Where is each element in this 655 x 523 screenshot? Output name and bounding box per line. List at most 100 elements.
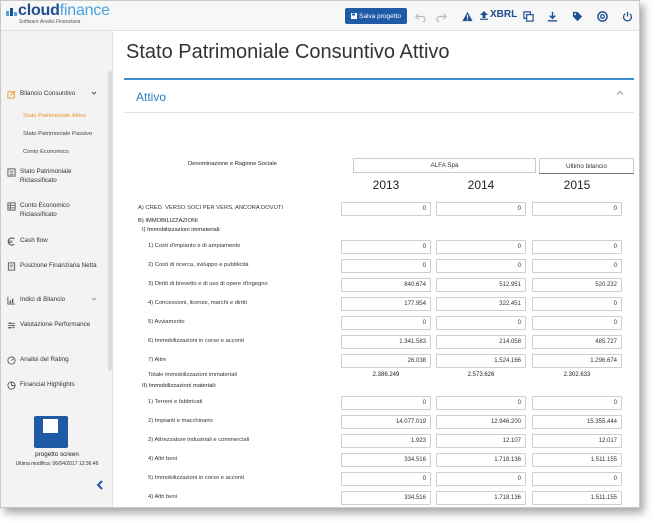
value-input[interactable]: 0 bbox=[436, 259, 526, 273]
value-input[interactable]: 0 bbox=[341, 396, 431, 410]
value-input[interactable]: 0 bbox=[436, 240, 526, 254]
value-input[interactable]: 0 bbox=[532, 297, 622, 311]
value-input[interactable]: 322.451 bbox=[436, 297, 526, 311]
rating-icon bbox=[7, 356, 16, 365]
year-header: 2013 bbox=[372, 178, 400, 192]
row-label: 4) Altri beni bbox=[148, 456, 177, 462]
value-input[interactable]: 214.058 bbox=[436, 335, 526, 349]
value-input[interactable]: 177.954 bbox=[341, 297, 431, 311]
value-input[interactable]: 0 bbox=[436, 202, 526, 216]
value-input[interactable]: 1.511.155 bbox=[532, 491, 622, 505]
value-input[interactable]: 485.727 bbox=[532, 335, 622, 349]
redo-button[interactable] bbox=[434, 9, 448, 23]
project-thumbnail[interactable] bbox=[34, 416, 68, 448]
row-label: 3) Attrezzature industriali e commercial… bbox=[148, 437, 250, 443]
value-input[interactable]: 512.951 bbox=[436, 278, 526, 292]
help-button[interactable] bbox=[595, 9, 609, 23]
value-input[interactable]: 334.516 bbox=[341, 491, 431, 505]
sidebar-item-label: Posizione Finanziaria Netta bbox=[20, 262, 97, 269]
sidebar-item-cash-flow[interactable]: Cash flow bbox=[7, 237, 107, 246]
value-input[interactable]: 15.355.444 bbox=[532, 415, 622, 429]
row-label: 7) Altre bbox=[148, 357, 167, 363]
value-input[interactable]: 12.107 bbox=[436, 434, 526, 448]
power-button[interactable] bbox=[620, 9, 634, 23]
value-input[interactable]: 0 bbox=[436, 316, 526, 330]
edit-icon bbox=[7, 90, 16, 99]
document-icon bbox=[7, 262, 16, 271]
value-input[interactable]: 0 bbox=[532, 316, 622, 330]
warning-button[interactable] bbox=[460, 9, 474, 23]
value-input[interactable]: 12.946.200 bbox=[436, 415, 526, 429]
value-input[interactable]: 1.923 bbox=[341, 434, 431, 448]
value-input[interactable]: 1.524.166 bbox=[436, 354, 526, 368]
value-input[interactable]: 1.718.136 bbox=[436, 491, 526, 505]
value-input[interactable]: 14.077.019 bbox=[341, 415, 431, 429]
main-content: Stato Patrimoniale Consuntivo Attivo Att… bbox=[114, 31, 634, 507]
collapse-sidebar-icon[interactable] bbox=[95, 480, 105, 490]
sidebar-item-sp-riclassificato[interactable]: Stato Patrimoniale Riclassificato bbox=[7, 168, 107, 185]
xbrl-upload-button[interactable]: XBRL bbox=[479, 9, 517, 20]
logo-main: cloud bbox=[18, 2, 60, 19]
xbrl-label: XBRL bbox=[490, 9, 518, 20]
balance-grid: Denominazione e Ragione Sociale ALFA Spa… bbox=[124, 78, 634, 507]
value-input[interactable]: 0 bbox=[341, 259, 431, 273]
sidebar-subitem-sp-passivo[interactable]: Stato Patrimoniale Passivo bbox=[23, 131, 92, 137]
download-button[interactable] bbox=[545, 9, 559, 23]
value-input[interactable]: 0 bbox=[532, 202, 622, 216]
copy-button[interactable] bbox=[521, 9, 535, 23]
logo-cloud-icon bbox=[6, 8, 17, 16]
sidebar-item-highlights[interactable]: Financial Highlights bbox=[7, 381, 107, 390]
value-input[interactable]: 520.232 bbox=[532, 278, 622, 292]
value-input[interactable]: 0 bbox=[341, 472, 431, 486]
sidebar-item-label: Financial Highlights bbox=[20, 381, 75, 388]
value-input[interactable]: 26.038 bbox=[341, 354, 431, 368]
floppy-icon bbox=[351, 13, 358, 19]
row-label: 5) Immobilizzazioni in corso e acconti bbox=[148, 475, 245, 481]
value-input[interactable]: 0 bbox=[532, 259, 622, 273]
value-input[interactable]: 0 bbox=[436, 396, 526, 410]
last-balance-tab[interactable]: Ultimo bilancio bbox=[539, 158, 634, 173]
value-input[interactable]: 0 bbox=[532, 472, 622, 486]
warning-icon bbox=[461, 11, 473, 21]
sidebar-item-valutazione[interactable]: Valutazione Performance bbox=[7, 321, 107, 330]
total-value: 2.302.633 bbox=[563, 372, 591, 378]
sidebar-item-label: Cash flow bbox=[20, 237, 48, 244]
logo-subtitle: Software Analisi Finanziaria bbox=[19, 19, 81, 25]
value-input[interactable]: 0 bbox=[341, 202, 431, 216]
value-input[interactable]: 1.341.583 bbox=[341, 335, 431, 349]
sidebar-subitem-sp-attivo[interactable]: Stato Patrimoniale Attivo bbox=[23, 113, 86, 119]
value-input[interactable]: 0 bbox=[532, 396, 622, 410]
value-input[interactable]: 12.017 bbox=[532, 434, 622, 448]
company-header-label: Denominazione e Ragione Sociale bbox=[188, 161, 277, 167]
sidebar-item-bilancio-consuntivo[interactable]: Bilancio Consuntivo bbox=[7, 90, 107, 99]
sidebar-item-rating[interactable]: Analisi del Rating bbox=[7, 356, 107, 365]
value-input[interactable]: 840.674 bbox=[341, 278, 431, 292]
logo-accent: finance bbox=[59, 2, 110, 19]
section-heading: II) Immobilizzazioni materiali: bbox=[142, 383, 217, 389]
value-input[interactable]: 0 bbox=[341, 316, 431, 330]
value-input[interactable]: 1.296.674 bbox=[532, 354, 622, 368]
value-input[interactable]: 1.511.155 bbox=[532, 453, 622, 467]
save-project-button[interactable]: Salva progetto bbox=[345, 8, 407, 24]
sidebar-subitem-conto-economico[interactable]: Conto Economico bbox=[23, 149, 69, 155]
row-label: 1) Costi d'impianto e di ampiamento bbox=[148, 243, 241, 249]
company-name-field[interactable]: ALFA Spa bbox=[353, 158, 536, 173]
sidebar-item-indici[interactable]: Indici di Bilancio bbox=[7, 296, 107, 305]
value-input[interactable]: 0 bbox=[341, 240, 431, 254]
download-icon bbox=[547, 11, 557, 22]
top-bar: cloudfinance Software Analisi Finanziari… bbox=[1, 1, 639, 31]
sidebar-scrollbar[interactable] bbox=[108, 71, 112, 371]
value-input[interactable]: 0 bbox=[532, 240, 622, 254]
value-input[interactable]: 0 bbox=[436, 472, 526, 486]
project-name: progetto screen bbox=[35, 451, 79, 458]
year-header: 2014 bbox=[467, 178, 495, 192]
sidebar-item-ce-riclassificato[interactable]: Conto Economico Riclassificato bbox=[7, 202, 107, 219]
year-header: 2015 bbox=[563, 178, 591, 192]
sidebar-item-pfn[interactable]: Posizione Finanziaria Netta bbox=[7, 262, 107, 271]
value-input[interactable]: 334.516 bbox=[341, 453, 431, 467]
undo-icon bbox=[414, 12, 426, 22]
tags-button[interactable] bbox=[570, 9, 584, 23]
value-input[interactable]: 1.718.136 bbox=[436, 453, 526, 467]
logo[interactable]: cloudfinance Software Analisi Finanziari… bbox=[4, 2, 114, 28]
undo-button[interactable] bbox=[413, 9, 427, 23]
